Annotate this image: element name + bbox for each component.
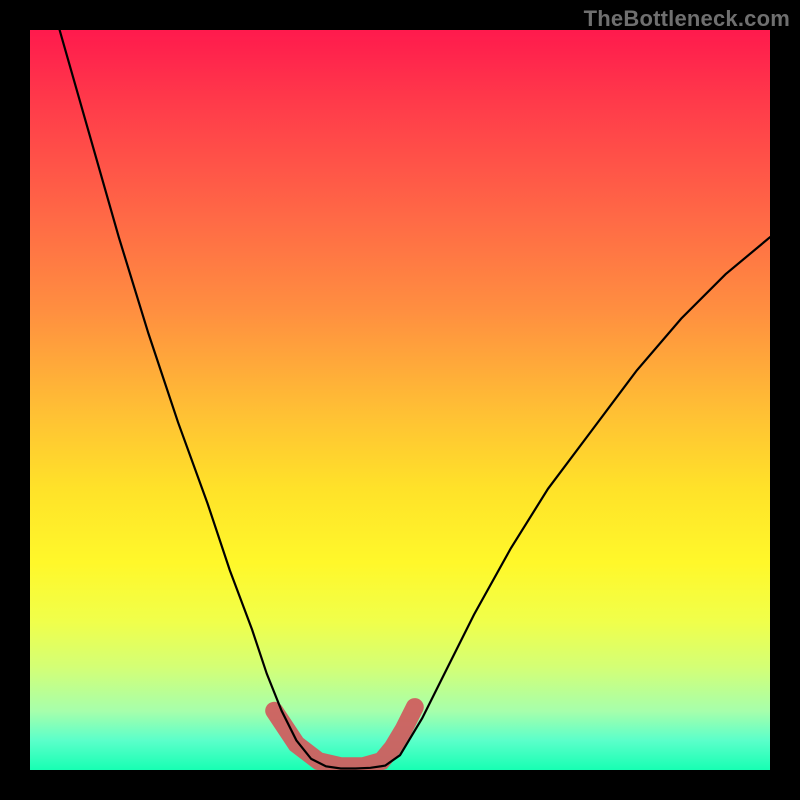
- watermark-text: TheBottleneck.com: [584, 6, 790, 32]
- chart-stage: TheBottleneck.com: [0, 0, 800, 800]
- plot-area: [30, 30, 770, 770]
- bottleneck-curve: [60, 30, 770, 769]
- curve-layer: [30, 30, 770, 770]
